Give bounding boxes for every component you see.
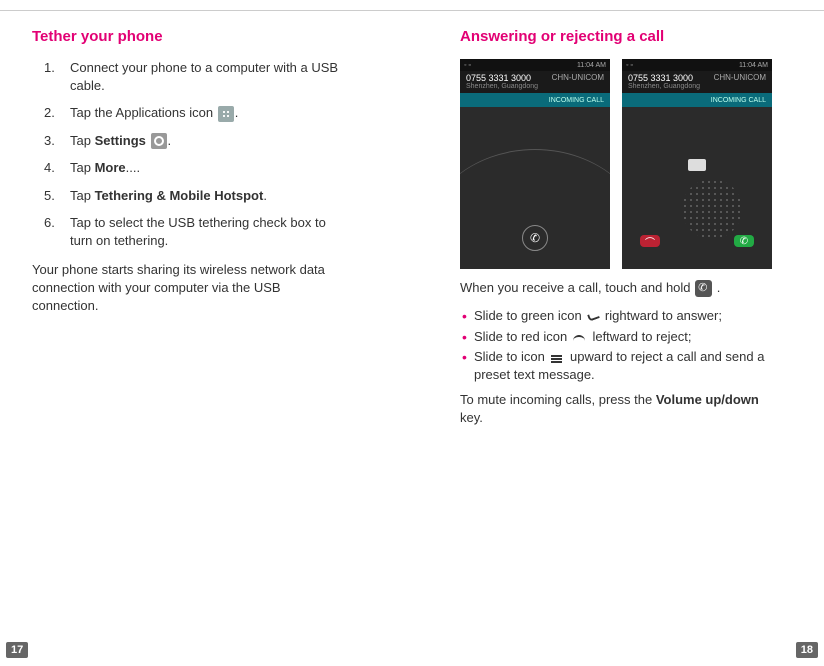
status-bar: ◦ ▫ 11:04 AM [460,59,610,71]
text: Slide to icon [474,349,548,364]
step-number: 4. [44,159,70,177]
right-page: Answering or rejecting a call ◦ ▫ 11:04 … [460,28,800,436]
text: . [235,105,239,120]
step-text: Tap Tethering & Mobile Hotspot. [70,187,344,205]
text: key. [460,410,483,425]
call-handle-icon: ✆ [522,225,548,251]
reject-with-message-icon [688,159,706,171]
caller-info: 0755 3331 3000 CHN-UNICOM Shenzhen, Guan… [460,71,610,93]
status-left-icons: ◦ ▫ [626,62,633,69]
step-text: Tap the Applications icon . [70,104,344,122]
incoming-banner: INCOMING CALL [622,93,772,107]
mute-line: To mute incoming calls, press the Volume… [460,391,760,426]
step-3: 3. Tap Settings . [44,132,344,150]
step-number: 6. [44,214,70,249]
caller-location: Shenzhen, Guangdong [628,83,766,90]
caller-number: 0755 3331 3000 [628,73,693,83]
reject-button-icon: ⌒ [640,235,660,247]
answer-icon [586,311,600,323]
text: When you receive a call, touch and hold [460,280,694,295]
step-number: 1. [44,59,70,94]
page-number-right: 18 [796,642,818,658]
reject-icon [572,332,588,342]
step-4: 4. Tap More.... [44,159,344,177]
caller-row: 0755 3331 3000 CHN-UNICOM [466,73,604,83]
tether-steps: 1. Connect your phone to a computer with… [44,59,344,249]
step-number: 3. [44,132,70,150]
step-text: Tap More.... [70,159,344,177]
step-2: 2. Tap the Applications icon . [44,104,344,122]
answer-target-dots [682,179,742,239]
bold-text: Settings [95,133,146,148]
tether-footer: Your phone starts sharing its wireless n… [32,261,332,314]
applications-icon [218,106,234,122]
carrier: CHN-UNICOM [714,73,766,82]
phone-screenshot-actions: ◦ ▫ 11:04 AM 0755 3331 3000 CHN-UNICOM S… [622,59,772,269]
text: .... [126,160,140,175]
caller-row: 0755 3331 3000 CHN-UNICOM [628,73,766,83]
bold-text: More [95,160,126,175]
answer-button-icon: ✆ [734,235,754,247]
intro-line: When you receive a call, touch and hold … [460,279,760,297]
top-divider [0,10,824,11]
bullet-reject: Slide to red icon leftward to reject; [460,328,800,346]
page-number-left: 17 [6,642,28,658]
step-text: Connect your phone to a computer with a … [70,59,344,94]
step-6: 6. Tap to select the USB tethering check… [44,214,344,249]
message-icon [549,353,565,363]
bullet-answer: Slide to green icon rightward to answer; [460,307,800,325]
right-title: Answering or rejecting a call [460,28,800,45]
text: rightward to answer; [601,308,722,323]
text: Tap [70,133,95,148]
text: Slide to red icon [474,329,571,344]
text: . [263,188,267,203]
incoming-banner: INCOMING CALL [460,93,610,107]
call-screenshots: ◦ ▫ 11:04 AM 0755 3331 3000 CHN-UNICOM S… [460,59,800,269]
status-bar: ◦ ▫ 11:04 AM [622,59,772,71]
text: Tap [70,160,95,175]
step-1: 1. Connect your phone to a computer with… [44,59,344,94]
settings-gear-icon [151,133,167,149]
caller-location: Shenzhen, Guangdong [466,83,604,90]
bullet-message: Slide to icon upward to reject a call an… [460,348,800,383]
step-number: 2. [44,104,70,122]
text: To mute incoming calls, press the [460,392,656,407]
caller-info: 0755 3331 3000 CHN-UNICOM Shenzhen, Guan… [622,71,772,93]
step-5: 5. Tap Tethering & Mobile Hotspot. [44,187,344,205]
text: Tap the Applications icon [70,105,217,120]
phone-screenshot-incoming: ◦ ▫ 11:04 AM 0755 3331 3000 CHN-UNICOM S… [460,59,610,269]
step-number: 5. [44,187,70,205]
bold-text: Tethering & Mobile Hotspot [95,188,264,203]
text: Tap [70,188,95,203]
text: Slide to green icon [474,308,585,323]
carrier: CHN-UNICOM [552,73,604,82]
status-time: 11:04 AM [577,62,606,69]
left-page: Tether your phone 1. Connect your phone … [32,28,412,324]
call-handle-inline-icon [695,280,712,297]
step-text: Tap to select the USB tethering check bo… [70,214,344,249]
caller-number: 0755 3331 3000 [466,73,531,83]
text: . [713,280,720,295]
left-title: Tether your phone [32,28,412,45]
call-actions-list: Slide to green icon rightward to answer;… [460,307,800,383]
status-left-icons: ◦ ▫ [464,62,471,69]
bold-text: Volume up/down [656,392,759,407]
status-time: 11:04 AM [739,62,768,69]
text: leftward to reject; [589,329,692,344]
text: . [168,133,172,148]
swipe-arc [460,149,610,269]
step-text: Tap Settings . [70,132,344,150]
